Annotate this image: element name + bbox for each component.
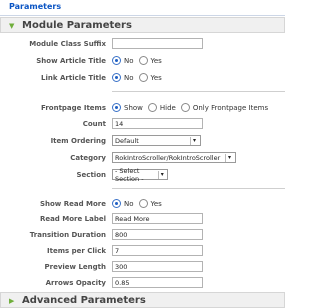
items-per-click-input[interactable]: 7 [112,245,203,256]
panel-title: Parameters [0,0,285,16]
section-title: Advanced Parameters [22,295,146,306]
select-value: - Select Section - [115,166,144,183]
field-label: Transition Duration [29,231,106,239]
section-title: Module Parameters [22,20,132,31]
transition-duration-input[interactable]: 800 [112,229,203,240]
item-ordering-select[interactable]: Default ▾ [112,135,201,146]
row-show-article-title: Show Article Title No Yes [0,54,285,68]
radio-button[interactable] [180,103,190,112]
radio-label: Show [124,103,143,112]
radio-only-frontpage[interactable]: Only Frontpage Items [180,103,269,112]
radio-button[interactable] [138,56,148,65]
triangle-down-icon: ▼ [9,21,15,30]
select-value: Default [115,136,139,145]
frontpage-items-radio-group: Show Hide Only Frontpage Items [112,103,273,112]
count-input[interactable]: 14 [112,118,203,129]
row-preview-length: Preview Length 300 [0,260,285,274]
radio-button[interactable] [112,199,121,208]
radio-button[interactable] [147,103,157,112]
module-parameters-header[interactable]: ▼ Module Parameters [0,17,285,33]
radio-yes[interactable]: Yes [138,73,162,82]
row-category: Category RokIntroScroller/RokIntroScroll… [0,151,285,165]
radio-label: No [124,56,134,65]
radio-label: Hide [159,103,176,112]
field-label: Section [76,171,106,179]
row-arrows-opacity: Arrows Opacity 0.85 [0,276,285,290]
radio-yes[interactable]: Yes [138,56,162,65]
link-article-title-radio-group: No Yes [112,73,167,82]
field-label: Show Article Title [36,57,106,65]
radio-yes[interactable]: Yes [138,199,162,208]
field-label: Read More Label [39,215,106,223]
radio-button[interactable] [112,73,121,82]
radio-button[interactable] [138,73,148,82]
divider [112,91,285,92]
preview-length-input[interactable]: 300 [112,261,203,272]
row-frontpage-items: Frontpage Items Show Hide Only Frontpage… [0,101,285,115]
radio-label: No [124,73,134,82]
radio-hide[interactable]: Hide [147,103,176,112]
show-read-more-radio-group: No Yes [112,199,167,208]
section-select[interactable]: - Select Section - ▾ [112,166,168,183]
radio-show[interactable]: Show [112,103,143,112]
field-label: Count [82,120,106,128]
field-label: Module Class Suffix [29,40,106,48]
chevron-down-icon[interactable]: ▾ [225,153,233,162]
category-select[interactable]: RokIntroScroller/RokIntroScroller ▾ [112,152,236,163]
field-label: Category [70,154,106,162]
row-show-read-more: Show Read More No Yes [0,197,285,211]
row-transition-duration: Transition Duration 800 [0,228,285,242]
radio-no[interactable]: No [112,199,134,208]
field-label: Preview Length [44,263,106,271]
radio-no[interactable]: No [112,73,134,82]
radio-button[interactable] [112,103,121,112]
chevron-down-icon[interactable]: ▾ [190,136,198,145]
field-label: Items per Click [47,247,106,255]
field-label: Item Ordering [50,137,106,145]
field-label: Arrows Opacity [45,279,106,287]
advanced-parameters-header[interactable]: ▶ Advanced Parameters [0,292,285,308]
radio-button[interactable] [138,199,148,208]
show-article-title-radio-group: No Yes [112,56,167,65]
radio-button[interactable] [112,56,121,65]
row-section: Section - Select Section - ▾ [0,166,285,183]
field-label: Frontpage Items [40,104,106,112]
row-count: Count 14 [0,117,285,131]
radio-label: Only Frontpage Items [192,103,269,112]
radio-label: Yes [150,73,162,82]
row-items-per-click: Items per Click 7 [0,244,285,258]
radio-label: Yes [150,56,162,65]
divider [112,188,285,189]
triangle-right-icon: ▶ [9,296,15,305]
row-link-article-title: Link Article Title No Yes [0,71,285,85]
row-module-class-suffix: Module Class Suffix [0,37,285,51]
row-read-more-label: Read More Label Read More [0,212,285,226]
field-label: Show Read More [39,200,106,208]
chevron-down-icon[interactable]: ▾ [158,170,165,179]
field-label: Link Article Title [41,74,106,82]
module-class-suffix-input[interactable] [112,38,203,49]
radio-no[interactable]: No [112,56,134,65]
select-value: RokIntroScroller/RokIntroScroller [115,153,221,162]
arrows-opacity-input[interactable]: 0.85 [112,277,203,288]
read-more-label-input[interactable]: Read More [112,213,203,224]
radio-label: Yes [150,199,162,208]
radio-label: No [124,199,134,208]
row-item-ordering: Item Ordering Default ▾ [0,134,285,148]
